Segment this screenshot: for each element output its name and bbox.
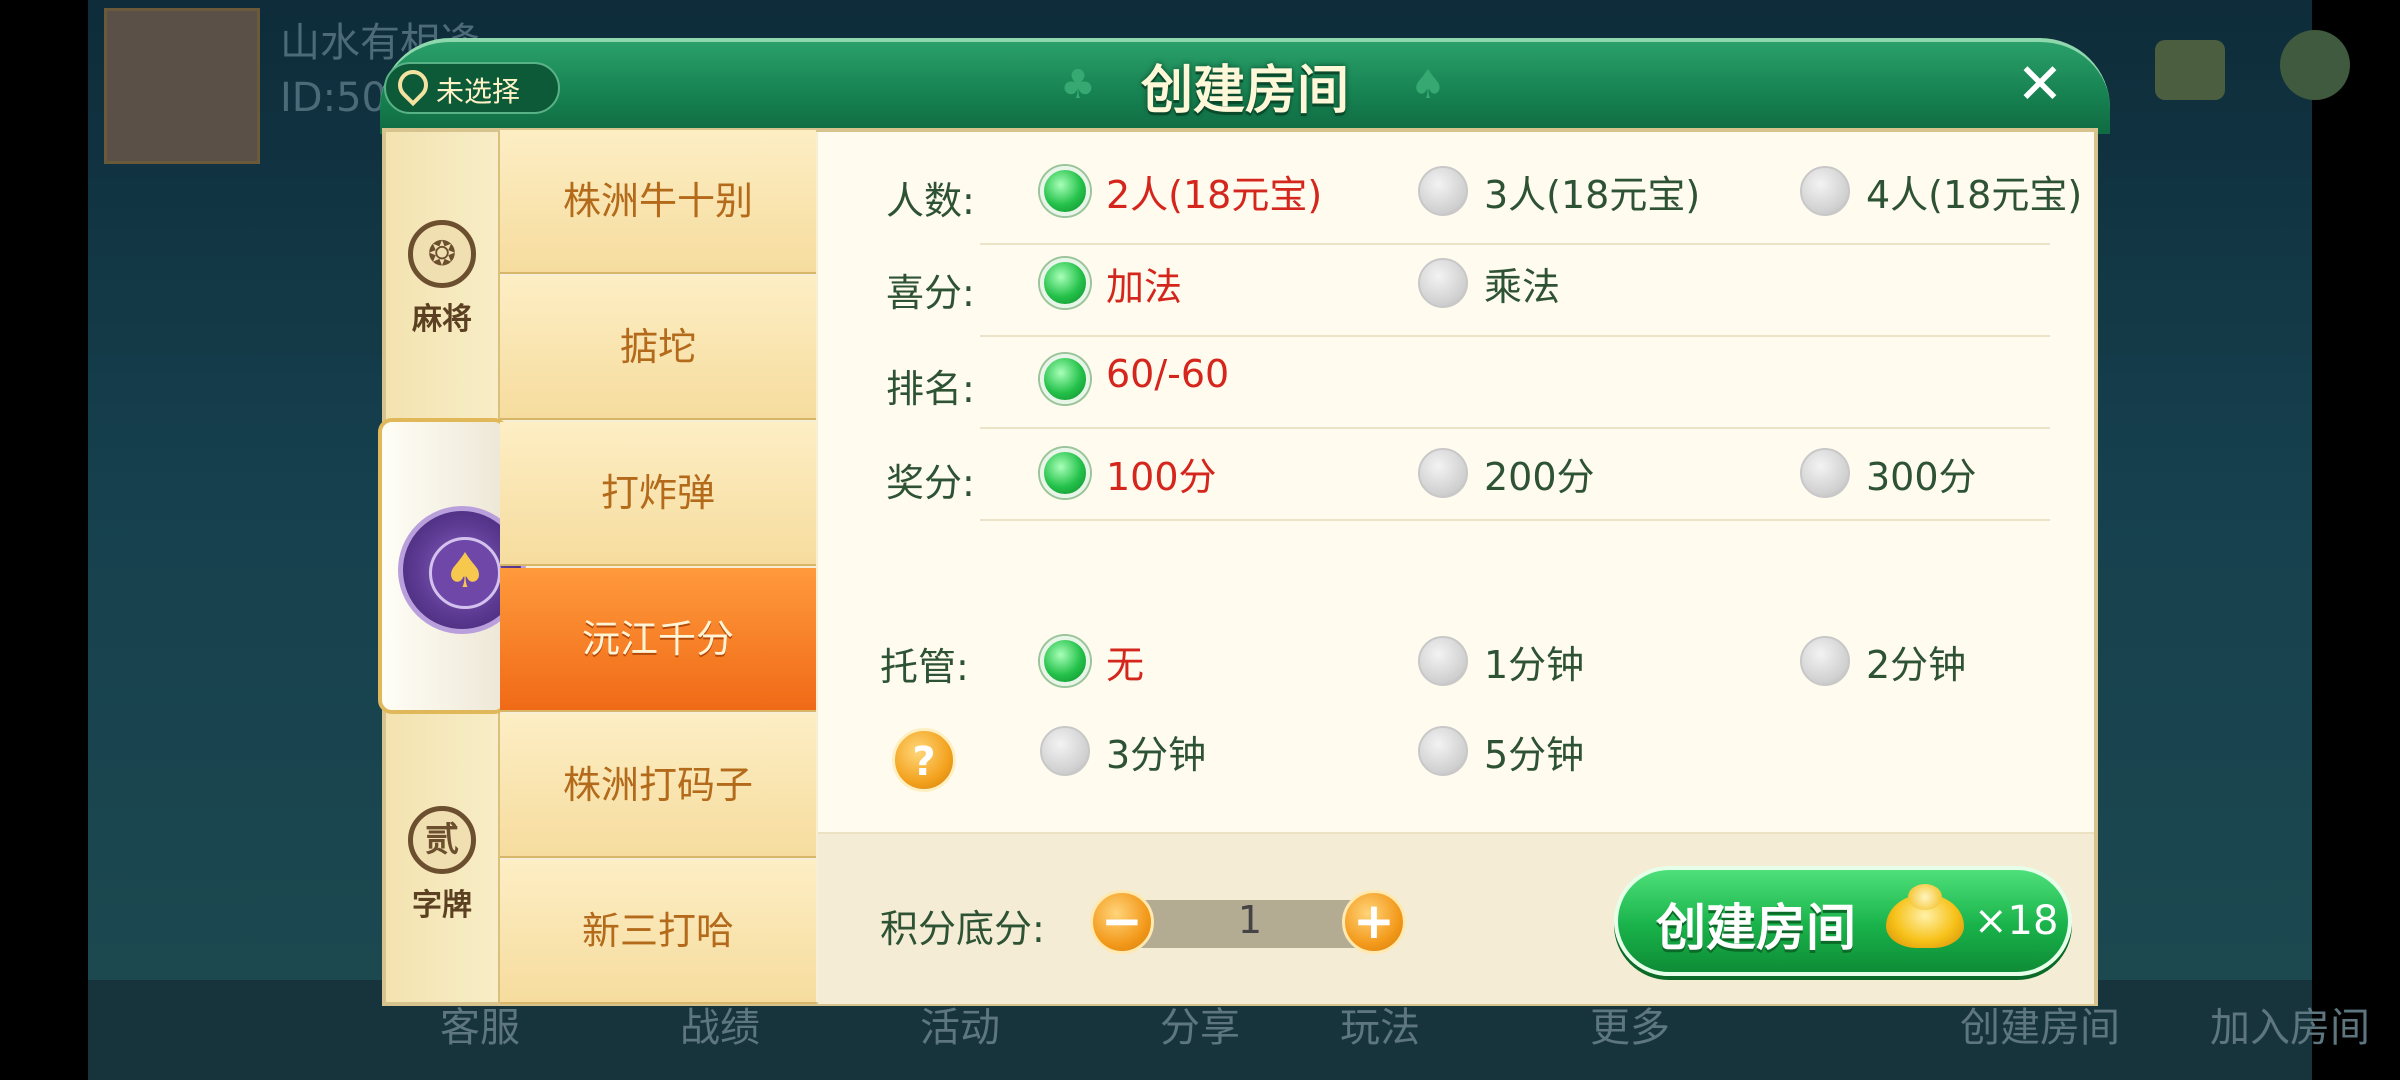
auto-play-label: 托管: [880, 645, 969, 689]
category-mahjong[interactable]: ❂ 麻将 [386, 220, 498, 338]
players-label: 人数: [886, 179, 975, 223]
option-text: 100分 [1106, 455, 1217, 499]
game-item[interactable]: 株洲打码子 [500, 714, 816, 858]
radio-icon [1800, 636, 1850, 686]
base-score-value: 1 [1237, 898, 1263, 942]
radio-selected-icon [1040, 636, 1090, 686]
radio-icon [1418, 166, 1468, 216]
radio-icon [1418, 448, 1468, 498]
radio-selected-icon [1040, 354, 1090, 404]
game-list: 株洲牛十别 掂坨 打炸弹 沅江千分 株洲打码子 新三打哈 [500, 130, 816, 1004]
option-text: 2分钟 [1866, 643, 1967, 687]
gold-ingot-top [1908, 884, 1942, 910]
game-item[interactable]: 株洲牛十别 [500, 130, 816, 274]
radio-icon [1418, 726, 1468, 776]
radio-selected-icon [1040, 448, 1090, 498]
create-room-cost: ×18 [1974, 898, 2059, 944]
option-text: 300分 [1866, 455, 1977, 499]
row-divider [980, 335, 2050, 337]
option-text: 加法 [1106, 265, 1183, 309]
option-text: 4人(18元宝) [1866, 173, 2083, 217]
zipai-icon: 贰 [408, 806, 476, 874]
row-divider [980, 427, 2050, 429]
radio-icon [1040, 726, 1090, 776]
row-divider [980, 243, 2050, 245]
game-item[interactable]: 新三打哈 [500, 860, 816, 1004]
gear-icon [2280, 30, 2350, 100]
category-label: 字牌 [412, 888, 472, 923]
radio-icon [1800, 448, 1850, 498]
radio-selected-icon [1040, 258, 1090, 308]
plus-icon[interactable]: + [1342, 890, 1406, 954]
create-room-button[interactable]: 创建房间 ×18 [1614, 866, 2072, 976]
category-label: 麻将 [412, 302, 472, 337]
game-item-active[interactable]: 沅江千分 [500, 568, 816, 712]
radio-icon [1418, 636, 1468, 686]
bonus-label: 奖分: [886, 461, 975, 505]
ranking-label: 排名: [886, 367, 975, 411]
player-id: ID:50 [280, 75, 387, 121]
radio-selected-icon [1040, 166, 1090, 216]
option-text: 2人(18元宝) [1106, 173, 1323, 217]
calendar-icon [2155, 40, 2225, 100]
option-text: 60/-60 [1106, 352, 1230, 396]
minus-icon[interactable]: − [1090, 890, 1154, 954]
option-text: 1分钟 [1484, 643, 1585, 687]
game-item[interactable]: 打炸弹 [500, 422, 816, 566]
radio-icon [1418, 258, 1468, 308]
dialog-title: 创建房间 [1140, 61, 1349, 121]
location-label: 未选择 [436, 75, 521, 108]
option-text: 无 [1106, 643, 1145, 687]
location-button[interactable]: 未选择 [384, 62, 560, 114]
player-avatar [104, 8, 260, 164]
option-text: 3人(18元宝) [1484, 173, 1701, 217]
xi-score-label: 喜分: [886, 271, 975, 315]
mahjong-icon: ❂ [408, 220, 476, 288]
bottom-bar-join-room: 加入房间 [2210, 1005, 2370, 1051]
game-item[interactable]: 掂坨 [500, 276, 816, 420]
option-text: 3分钟 [1106, 733, 1207, 777]
option-text: 200分 [1484, 455, 1595, 499]
row-divider [980, 519, 2050, 521]
option-text: 乘法 [1484, 265, 1561, 309]
base-score-label: 积分底分: [880, 907, 1045, 951]
create-room-label: 创建房间 [1656, 899, 1856, 957]
radio-icon [1800, 166, 1850, 216]
category-zipai[interactable]: 贰 字牌 [386, 806, 498, 924]
location-pin-icon [391, 63, 435, 107]
help-icon[interactable]: ? [892, 728, 956, 792]
spade-icon: ♠ [429, 537, 501, 609]
option-text: 5分钟 [1484, 733, 1585, 777]
close-icon[interactable]: ✕ [2010, 55, 2070, 115]
